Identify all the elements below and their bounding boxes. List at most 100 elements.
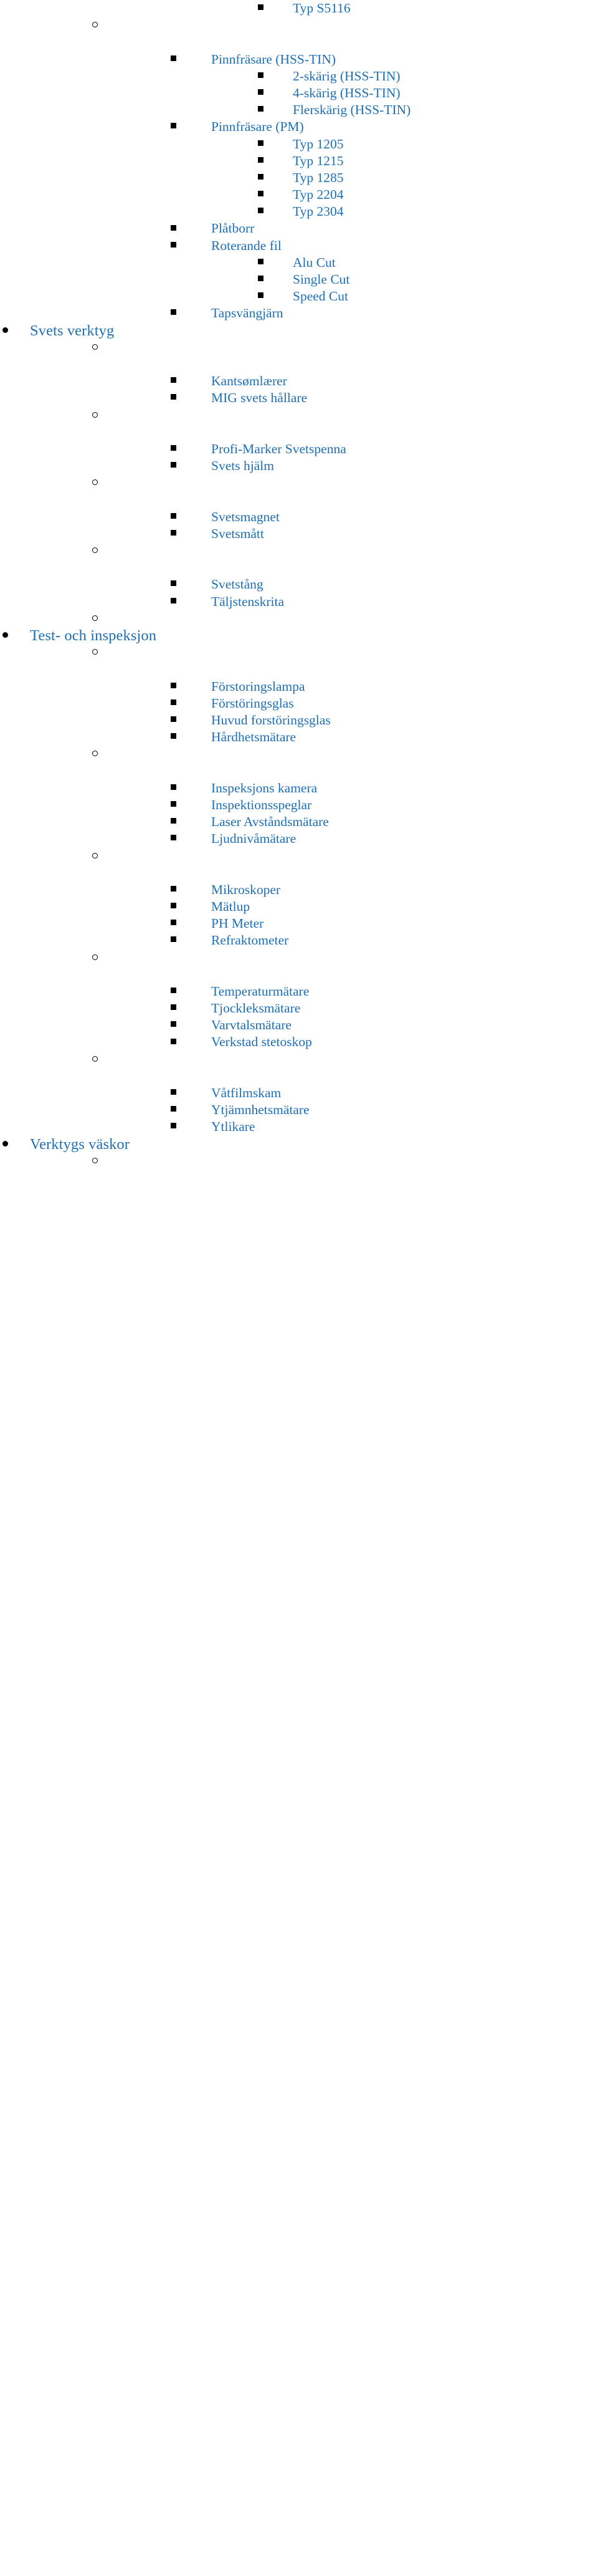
outline-item-label: Verkstad stetoskop [211,1034,312,1050]
outline-item-label: Ytjämnhetsmätare [211,1102,310,1118]
filled-square-bullet-icon [171,779,176,796]
filled-square-bullet-icon [171,118,176,135]
outline-item-label: Inspektionsspeglar [211,797,312,812]
filled-square-bullet-icon [258,0,263,16]
outline-item[interactable]: Våtfilmskam [0,1085,598,1102]
outline-item[interactable]: Alu Cut [0,254,598,271]
outline-item[interactable]: Typ 2204 [0,186,598,203]
outline-item-label: Svetsmagnet [211,509,280,524]
filled-square-bullet-icon [171,237,176,254]
filled-square-bullet-icon [171,1101,176,1118]
outline-item[interactable]: Typ S5116 [0,0,598,17]
filled-square-bullet-icon [258,254,263,271]
outline-item-label: Pinnfräsare (HSS-TIN) [211,51,336,67]
outline-item[interactable]: Typ 1205 [0,136,598,153]
outline-item-label: Våtfilmskam [211,1085,282,1100]
outline-item-label: Typ 2304 [293,204,344,219]
outline-item[interactable]: Profi-Marker Svetspenna [0,441,598,458]
filled-square-bullet-icon [258,186,263,203]
outline-item[interactable]: Speed Cut [0,288,598,305]
outline-item[interactable]: Single Cut [0,271,598,288]
outline-item-label: Varvtalsmätare [211,1017,292,1033]
filled-square-bullet-icon [171,593,176,610]
filled-square-bullet-icon [171,931,176,948]
outline-item[interactable]: Temperaturmätare [0,983,598,1000]
filled-square-bullet-icon [171,830,176,847]
outline-item[interactable]: 4-skärig (HSS-TIN) [0,85,598,102]
outline-item[interactable]: Tjockleksmätare [0,1000,598,1017]
outline-item-label: Profi-Marker Svetspenna [211,441,346,456]
outline-item-label: Tapsvängjärn [211,305,283,321]
outline-item[interactable]: Tapsvängjärn [0,305,598,322]
outline-item[interactable]: Typ 1285 [0,170,598,186]
outline-item[interactable]: Flerskärig (HSS-TIN) [0,102,598,118]
hollow-circle-bullet-icon [92,17,98,34]
filled-square-bullet-icon [171,711,176,728]
outline-item[interactable]: Typ 2304 [0,203,598,220]
outline-item[interactable]: Mikroskoper [0,882,598,898]
outline-item[interactable]: Svetstång [0,576,598,593]
outline-item[interactable]: MIG svets hållare [0,390,598,406]
outline-item-label: Huvud forstöringsglas [211,712,331,728]
outline-item[interactable]: Varvtalsmätare [0,1017,598,1034]
filled-round-bullet-icon [2,627,8,643]
filled-square-bullet-icon [171,219,176,236]
outline-group-marker [0,746,598,762]
outline-spacer [0,424,598,441]
outline-item-label: Svetsmått [211,526,264,541]
hollow-circle-bullet-icon [92,1153,98,1170]
outline-item[interactable]: Plåtborr [0,220,598,237]
outline-item-label: Förstöringsglas [211,695,294,711]
outline-item-label: Refraktometer [211,933,289,948]
hollow-circle-bullet-icon [92,644,98,661]
outline-item-label: Laser Avståndsmätare [211,814,329,829]
outline-item[interactable]: Inspeksjons kamera [0,780,598,797]
outline-item[interactable]: PH Meter [0,915,598,932]
outline-item[interactable]: Svetsmagnet [0,509,598,526]
outline-item[interactable]: Svetsmått [0,526,598,542]
outline-group-marker [0,17,598,34]
outline-item[interactable]: Förstöringsglas [0,695,598,712]
outline-item-label: Ljudnivåmätare [211,831,297,847]
outline-spacer [0,356,598,373]
outline-item[interactable]: Huvud forstöringsglas [0,712,598,729]
outline-item[interactable]: Laser Avståndsmätare [0,814,598,830]
filled-square-bullet-icon [258,84,263,101]
filled-square-bullet-icon [171,678,176,694]
outline-item[interactable]: Refraktometer [0,932,598,949]
filled-square-bullet-icon [171,1084,176,1101]
outline-item-label: Typ 1285 [293,170,344,185]
outline-item[interactable]: Mätlup [0,898,598,915]
outline-item[interactable]: Täljstenskrita [0,594,598,610]
outline-item[interactable]: Pinnfräsare (PM) [0,118,598,135]
outline-item[interactable]: Svets verktyg [0,322,598,339]
filled-square-bullet-icon [171,372,176,389]
outline-item[interactable]: Typ 1215 [0,153,598,170]
outline-item[interactable]: Ljudnivåmätare [0,830,598,847]
outline-item[interactable]: 2-skärig (HSS-TIN) [0,68,598,85]
outline-item[interactable]: Pinnfräsare (HSS-TIN) [0,51,598,68]
outline-item[interactable]: Roterande fil [0,238,598,254]
outline-item-label: Speed Cut [293,289,348,304]
hollow-circle-bullet-icon [92,610,98,627]
outline-item-label: Alu Cut [293,254,336,270]
outline-item[interactable]: Förstoringslampa [0,678,598,695]
outline-group-marker [0,339,598,356]
outline-item[interactable]: Svets hjälm [0,458,598,474]
outline-item[interactable]: Ytlikare [0,1118,598,1135]
hollow-circle-bullet-icon [92,474,98,491]
hollow-circle-bullet-icon [92,746,98,762]
outline-item[interactable]: Test- och inspeksjon [0,627,598,644]
filled-square-bullet-icon [171,915,176,931]
filled-square-bullet-icon [171,1016,176,1033]
outline-item-label: Inspeksjons kamera [211,780,318,795]
outline-item[interactable]: Hårdhetsmätare [0,729,598,746]
outline-item[interactable]: Ytjämnhetsmätare [0,1102,598,1118]
outline-item[interactable]: Verkstad stetoskop [0,1034,598,1050]
outline-item[interactable]: Kantsømlærer [0,373,598,390]
outline-item[interactable]: Verktygs väskor [0,1136,598,1153]
outline-item[interactable]: Inspektionsspeglar [0,797,598,814]
outline-item-label: Test- och inspeksjon [30,627,157,644]
outline-item-label: Svetstång [211,577,263,592]
filled-square-bullet-icon [258,169,263,186]
